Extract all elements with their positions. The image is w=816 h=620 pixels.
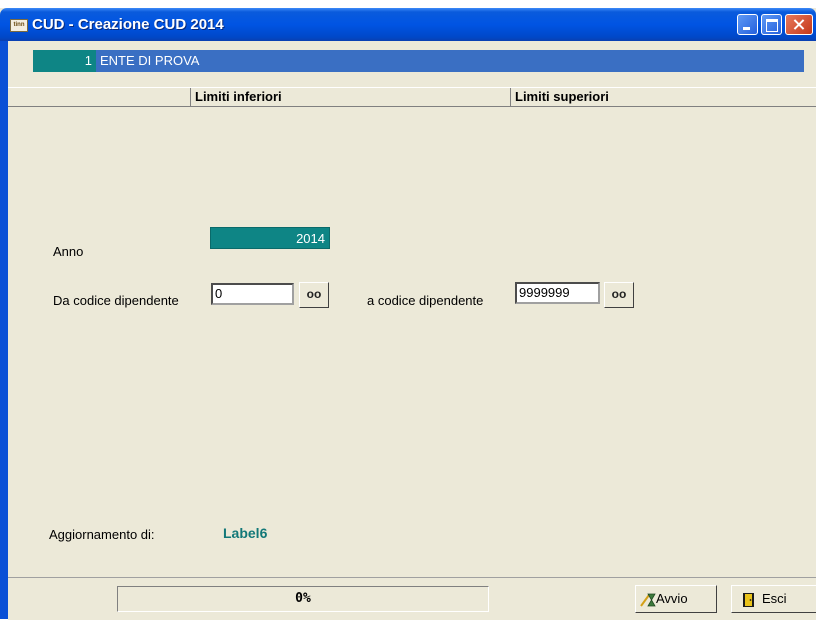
- avvio-button[interactable]: Avvio: [635, 585, 717, 613]
- window-app-icon: tinn: [10, 19, 28, 32]
- header-upper-limits: Limiti superiori: [510, 88, 609, 106]
- header-lower-limits: Limiti inferiori: [190, 88, 282, 106]
- column-header: Limiti inferiori Limiti superiori: [8, 87, 816, 107]
- maximize-icon[interactable]: [761, 14, 782, 35]
- ente-code: 1: [33, 50, 96, 72]
- title-bar[interactable]: tinn CUD - Creazione CUD 2014: [0, 8, 816, 41]
- ente-name: ENTE DI PROVA: [96, 50, 804, 72]
- window-title: CUD - Creazione CUD 2014: [32, 16, 224, 33]
- update-value: Label6: [223, 525, 268, 541]
- progress-bar: 0%: [117, 586, 489, 612]
- minimize-icon[interactable]: [737, 14, 758, 35]
- window-frame-left: [0, 41, 8, 619]
- esci-label: Esci: [762, 591, 787, 606]
- lookup-glasses-icon: oo: [306, 287, 322, 301]
- esci-button[interactable]: Esci: [731, 585, 816, 613]
- from-code-label: Da codice dipendente: [53, 293, 179, 308]
- status-bar: 0% Avvio Esci: [8, 577, 816, 620]
- update-label: Aggiornamento di:: [49, 527, 155, 542]
- close-icon[interactable]: [785, 14, 813, 35]
- to-code-input[interactable]: 9999999: [515, 282, 600, 304]
- lookup-glasses-icon: oo: [611, 287, 627, 301]
- from-code-lookup-button[interactable]: oo: [299, 282, 329, 308]
- door-exit-icon: [743, 593, 754, 607]
- from-code-input[interactable]: 0: [211, 283, 294, 305]
- anno-label: Anno: [53, 244, 84, 259]
- to-code-lookup-button[interactable]: oo: [604, 282, 634, 308]
- hourglass-icon: [640, 593, 656, 607]
- to-code-label: a codice dipendente: [367, 293, 484, 308]
- anno-field[interactable]: 2014: [210, 227, 330, 249]
- avvio-label: Avvio: [656, 591, 688, 606]
